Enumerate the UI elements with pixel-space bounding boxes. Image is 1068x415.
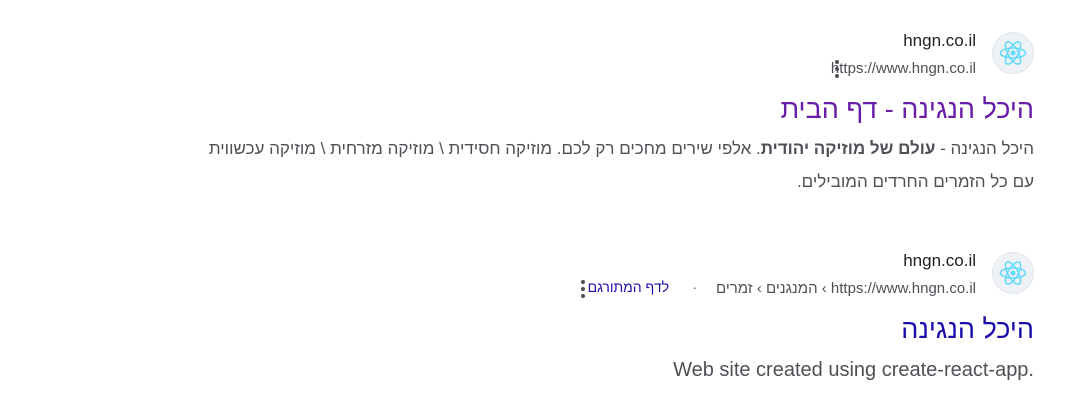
search-results-page: hngn.co.il https://www.hngn.co.il היכל ה… bbox=[0, 0, 1068, 415]
site-name: hngn.co.il bbox=[903, 251, 976, 270]
snippet-highlight: עולם של מוזיקה יהודית bbox=[760, 139, 936, 158]
search-result: hngn.co.il https://www.hngn.co.il היכל ה… bbox=[74, 26, 1034, 198]
search-result: hngn.co.il https://www.hngn.co.il › המנג… bbox=[74, 246, 1034, 384]
result-snippet: היכל הנגינה - עולם של מוזיקה יהודית. אלפ… bbox=[74, 132, 1034, 198]
site-name: hngn.co.il bbox=[903, 31, 976, 50]
site-url-breadcrumb: https://www.hngn.co.il › המנגנים › זמרים bbox=[716, 280, 976, 297]
snippet-text: היכל הנגינה - bbox=[935, 139, 1034, 158]
result-title-link[interactable]: היכל הנגינה bbox=[74, 312, 1034, 346]
snippet-text: עם כל הזמרים החרדים המובילים. bbox=[796, 172, 1034, 191]
snippet-text: . אלפי שירים מחכים רק לכם. מוזיקה חסידית… bbox=[208, 139, 761, 158]
react-atom-icon bbox=[992, 252, 1034, 294]
site-url: https://www.hngn.co.il bbox=[830, 60, 976, 77]
result-source[interactable]: hngn.co.il https://www.hngn.co.il bbox=[74, 26, 1034, 78]
result-title-link[interactable]: היכל הנגינה - דף הבית bbox=[74, 92, 1034, 126]
more-options-icon[interactable] bbox=[831, 58, 843, 80]
separator-dot: · bbox=[692, 279, 697, 295]
translated-page-link[interactable]: לדף המתורגם bbox=[588, 276, 669, 298]
result-snippet: Web site created using create-react-app. bbox=[673, 359, 1034, 381]
result-source[interactable]: hngn.co.il https://www.hngn.co.il › המנג… bbox=[74, 246, 1034, 298]
more-options-icon[interactable] bbox=[577, 278, 589, 300]
react-atom-icon bbox=[992, 32, 1034, 74]
